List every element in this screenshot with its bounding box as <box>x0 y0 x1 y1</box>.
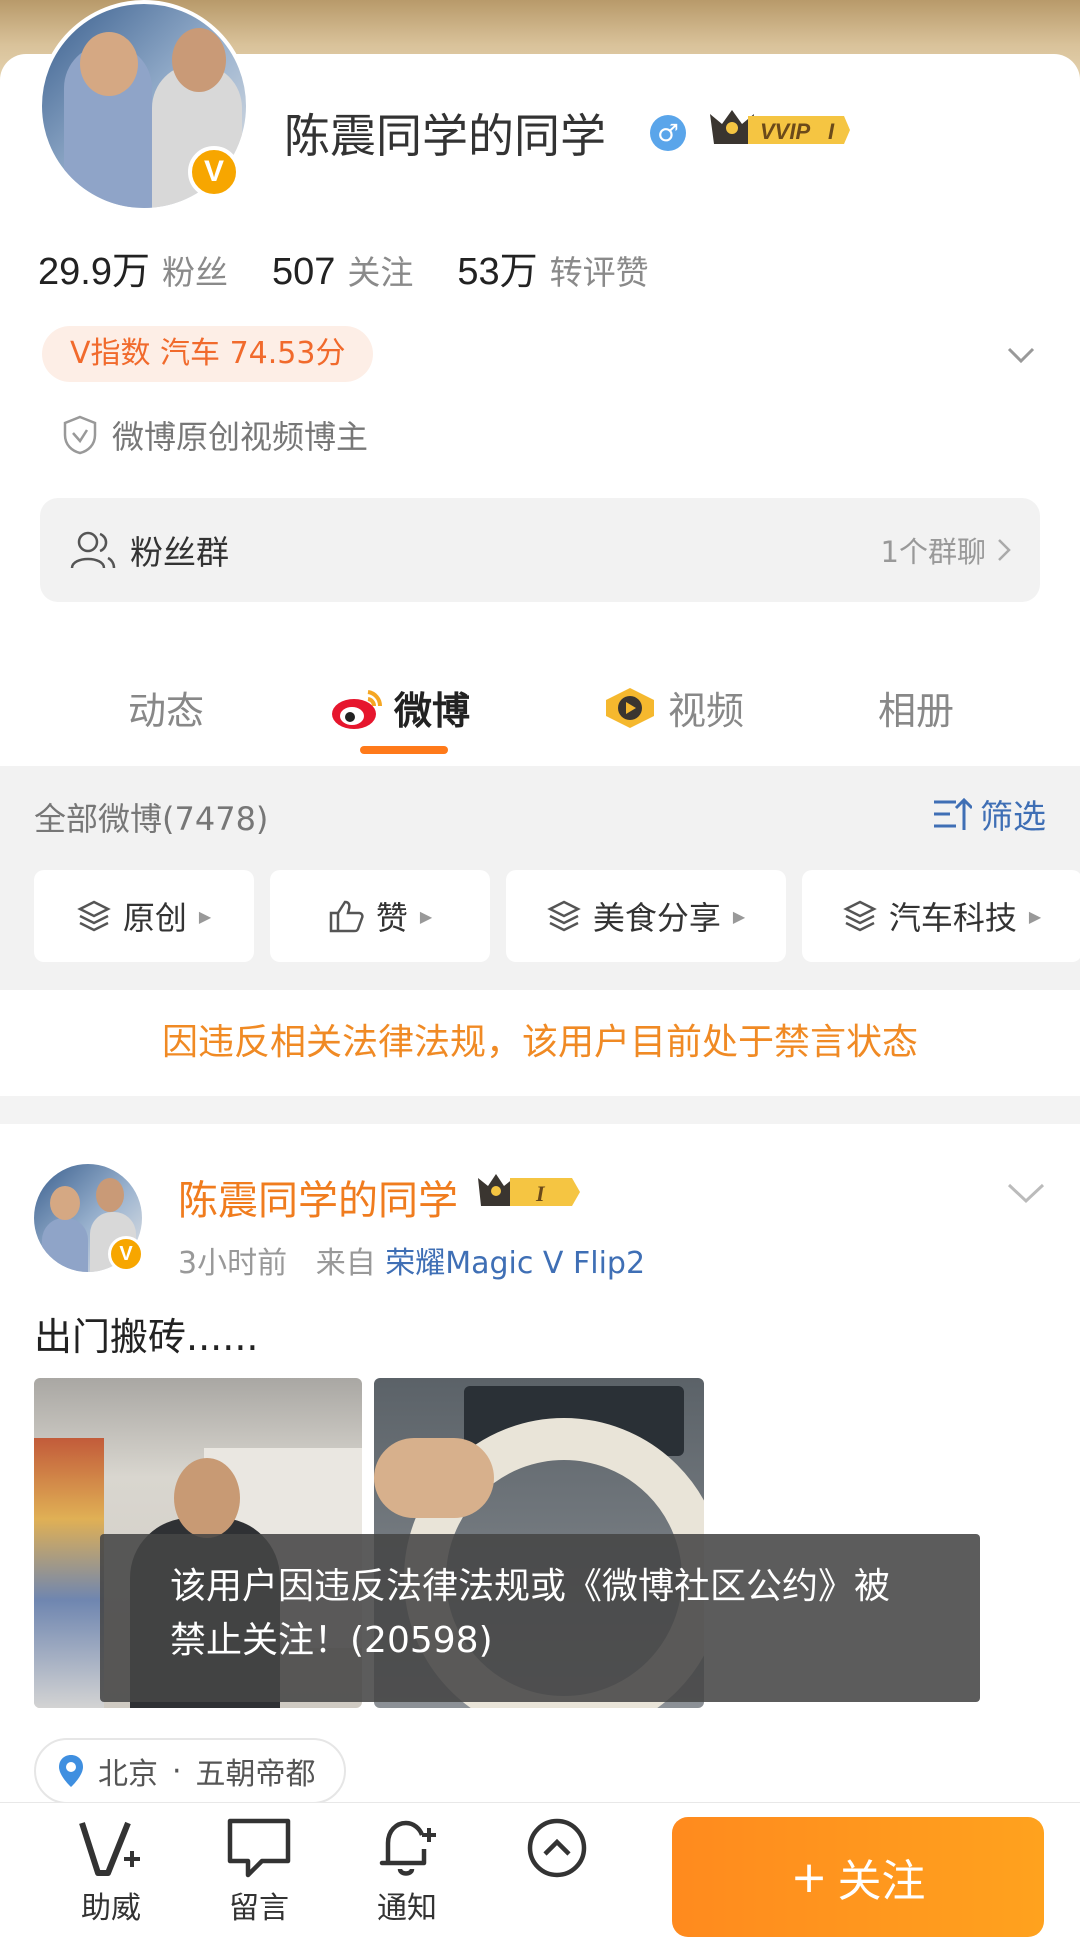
location-separator: · <box>172 1753 182 1789</box>
svg-text:I: I <box>828 119 835 144</box>
location-city: 北京 <box>98 1757 158 1792</box>
vvip-badge-icon[interactable]: VVIP I <box>704 106 854 154</box>
chip-liked[interactable]: 赞 ▶ <box>270 870 490 962</box>
cheer-v-icon <box>79 1821 140 1876</box>
chevron-right-icon <box>998 539 1011 561</box>
post-time: 3小时前 <box>178 1246 288 1281</box>
scroll-top-button[interactable] <box>502 1817 612 1883</box>
svg-text:I: I <box>535 1181 546 1206</box>
stat-likes[interactable]: 53万 转评赞 <box>457 240 648 295</box>
post-text: 出门搬砖...... <box>34 1315 259 1359</box>
weibo-logo-icon <box>332 689 383 729</box>
bottom-action-bar: 助威 留言 通知 + 关注 <box>0 1802 1080 1939</box>
chevron-down-icon[interactable] <box>1006 340 1036 370</box>
filter-icon <box>934 797 972 830</box>
stat-fans[interactable]: 29.9万 粉丝 <box>38 240 228 295</box>
plus-icon: + <box>790 1851 828 1903</box>
location-pin-icon <box>59 1755 83 1787</box>
creator-label[interactable]: 微博原创视频博主 <box>62 412 368 458</box>
bell-plus-icon <box>379 1820 436 1876</box>
post-author[interactable]: 陈震同学的同学 <box>178 1168 458 1226</box>
group-icon <box>70 531 116 569</box>
cheer-button[interactable]: 助威 <box>56 1817 166 1927</box>
post-meta: 3小时前 来自 荣耀Magic V Flip2 <box>178 1238 645 1282</box>
chip-original[interactable]: 原创 ▶ <box>34 870 254 962</box>
profile-avatar[interactable]: V <box>38 0 250 212</box>
post-menu-chevron-icon[interactable] <box>1006 1180 1046 1206</box>
svg-text:VVIP: VVIP <box>760 119 810 144</box>
profile-tabs: 动态 微博 视频 相册 <box>0 668 1080 766</box>
filter-button[interactable]: 筛选 <box>932 790 1046 838</box>
tab-feed[interactable]: 动态 <box>128 680 204 735</box>
weibo-post: V 陈震同学的同学 I 3小时前 来自 荣耀Magic V Flip2 出门搬砖… <box>0 1124 1080 1810</box>
filter-area: 全部微博(7478) 筛选 原创 ▶ 赞 ▶ 美食分享 ▶ 汽车科技 ▶ <box>0 766 1080 990</box>
layers-icon <box>843 900 877 932</box>
shield-icon <box>63 415 97 455</box>
follow-button[interactable]: + 关注 <box>672 1817 1044 1937</box>
video-tab-icon <box>606 687 654 728</box>
creator-text: 微博原创视频博主 <box>112 418 369 456</box>
fans-group-count: 1个群聊 <box>881 529 1012 571</box>
fans-group-row[interactable]: 粉丝群 1个群聊 <box>40 498 1040 602</box>
member-level-badge-icon[interactable]: I <box>474 1170 584 1214</box>
filter-chips: 原创 ▶ 赞 ▶ 美食分享 ▶ 汽车科技 ▶ <box>34 870 1080 962</box>
chip-auto-tech[interactable]: 汽车科技 ▶ <box>802 870 1080 962</box>
verified-badge-icon: V <box>108 1236 144 1272</box>
profile-name: 陈震同学的同学 <box>284 109 606 163</box>
stat-following[interactable]: 507 关注 <box>272 246 413 294</box>
layers-icon <box>547 900 581 932</box>
verified-badge-icon: V <box>188 146 240 198</box>
v-index-badge[interactable]: V指数 汽车 74.53分 <box>42 326 374 382</box>
post-from-label: 来自 <box>315 1246 376 1281</box>
tab-weibo[interactable]: 微博 <box>330 680 470 735</box>
tab-album[interactable]: 相册 <box>878 680 954 735</box>
all-weibo-count: 全部微博(7478) <box>34 800 269 838</box>
comment-icon <box>227 1818 291 1878</box>
thumbs-up-icon <box>329 900 364 933</box>
fans-group-label: 粉丝群 <box>130 533 229 572</box>
post-source[interactable]: 荣耀Magic V Flip2 <box>385 1246 645 1281</box>
active-tab-indicator <box>360 746 448 754</box>
message-button[interactable]: 留言 <box>204 1817 314 1927</box>
arrow-up-circle-icon <box>527 1818 587 1878</box>
location-name: 五朝帝都 <box>195 1757 316 1792</box>
error-toast: 该用户因违反法律法规或《微博社区公约》被禁止关注！(20598) <box>100 1534 980 1702</box>
layers-icon <box>77 900 111 932</box>
profile-stats: 29.9万 粉丝 507 关注 53万 转评赞 <box>38 240 649 295</box>
tab-video[interactable]: 视频 <box>602 680 744 735</box>
location-tag[interactable]: 北京 · 五朝帝都 <box>34 1738 346 1804</box>
male-gender-icon: ♂ <box>650 115 686 151</box>
chip-food[interactable]: 美食分享 ▶ <box>506 870 786 962</box>
notify-button[interactable]: 通知 <box>352 1817 462 1927</box>
ban-notice: 因违反相关法律法规，该用户目前处于禁言状态 <box>0 990 1080 1096</box>
